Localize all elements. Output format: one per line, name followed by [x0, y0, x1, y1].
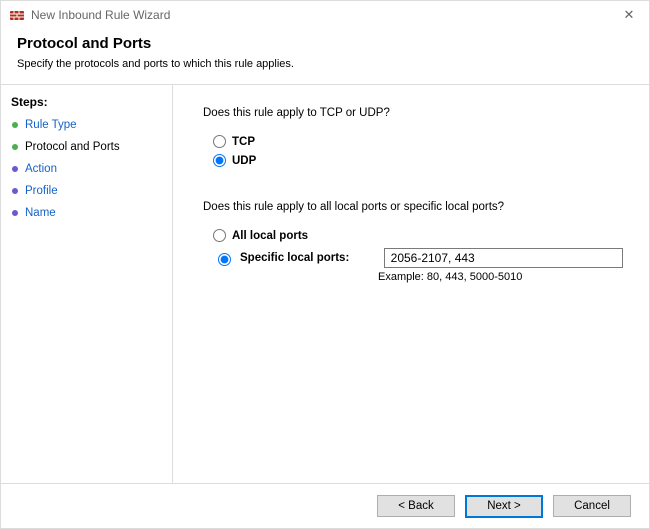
radio-udp-label[interactable]: UDP: [232, 155, 256, 167]
step-rule-type[interactable]: Rule Type: [11, 117, 162, 133]
radio-all-ports[interactable]: All local ports: [213, 229, 623, 242]
ports-example-text: Example: 80, 443, 5000-5010: [378, 271, 623, 283]
cancel-button[interactable]: Cancel: [553, 495, 631, 517]
ports-question: Does this rule apply to all local ports …: [203, 201, 623, 213]
bullet-icon: [11, 121, 19, 129]
steps-sidebar: Steps: Rule Type Protocol and Ports Acti…: [1, 85, 173, 483]
radio-tcp-label[interactable]: TCP: [232, 136, 255, 148]
step-protocol-ports[interactable]: Protocol and Ports: [11, 139, 162, 155]
body: Steps: Rule Type Protocol and Ports Acti…: [1, 84, 649, 483]
next-button[interactable]: Next >: [465, 495, 543, 518]
radio-specific-ports-label[interactable]: Specific local ports:: [240, 252, 364, 264]
step-label: Rule Type: [25, 119, 77, 131]
radio-tcp-input[interactable]: [213, 135, 226, 148]
radio-all-ports-input[interactable]: [213, 229, 226, 242]
radio-specific-ports[interactable]: Specific local ports:: [213, 248, 623, 268]
page-subtitle: Specify the protocols and ports to which…: [17, 58, 633, 70]
specific-ports-input[interactable]: [384, 248, 623, 268]
titlebar: New Inbound Rule Wizard ✕: [1, 1, 649, 29]
radio-specific-ports-input[interactable]: [218, 253, 231, 266]
radio-tcp[interactable]: TCP: [213, 135, 623, 148]
radio-all-ports-label[interactable]: All local ports: [232, 230, 308, 242]
step-label: Protocol and Ports: [25, 141, 120, 153]
bullet-icon: [11, 165, 19, 173]
step-label: Action: [25, 163, 57, 175]
protocol-question: Does this rule apply to TCP or UDP?: [203, 107, 623, 119]
wizard-window: New Inbound Rule Wizard ✕ Protocol and P…: [0, 0, 650, 529]
bullet-icon: [11, 143, 19, 151]
step-action[interactable]: Action: [11, 161, 162, 177]
back-button[interactable]: < Back: [377, 495, 455, 517]
bullet-icon: [11, 187, 19, 195]
firewall-icon: [9, 7, 25, 23]
step-name[interactable]: Name: [11, 205, 162, 221]
steps-heading: Steps:: [11, 95, 162, 109]
step-label: Name: [25, 207, 56, 219]
step-label: Profile: [25, 185, 58, 197]
radio-udp-input[interactable]: [213, 154, 226, 167]
step-profile[interactable]: Profile: [11, 183, 162, 199]
content-panel: Does this rule apply to TCP or UDP? TCP …: [173, 85, 649, 483]
page-title: Protocol and Ports: [17, 35, 633, 52]
close-icon[interactable]: ✕: [617, 7, 641, 23]
window-title: New Inbound Rule Wizard: [31, 8, 170, 22]
bullet-icon: [11, 209, 19, 217]
radio-udp[interactable]: UDP: [213, 154, 623, 167]
page-header: Protocol and Ports Specify the protocols…: [1, 29, 649, 84]
footer-buttons: < Back Next > Cancel: [1, 483, 649, 528]
